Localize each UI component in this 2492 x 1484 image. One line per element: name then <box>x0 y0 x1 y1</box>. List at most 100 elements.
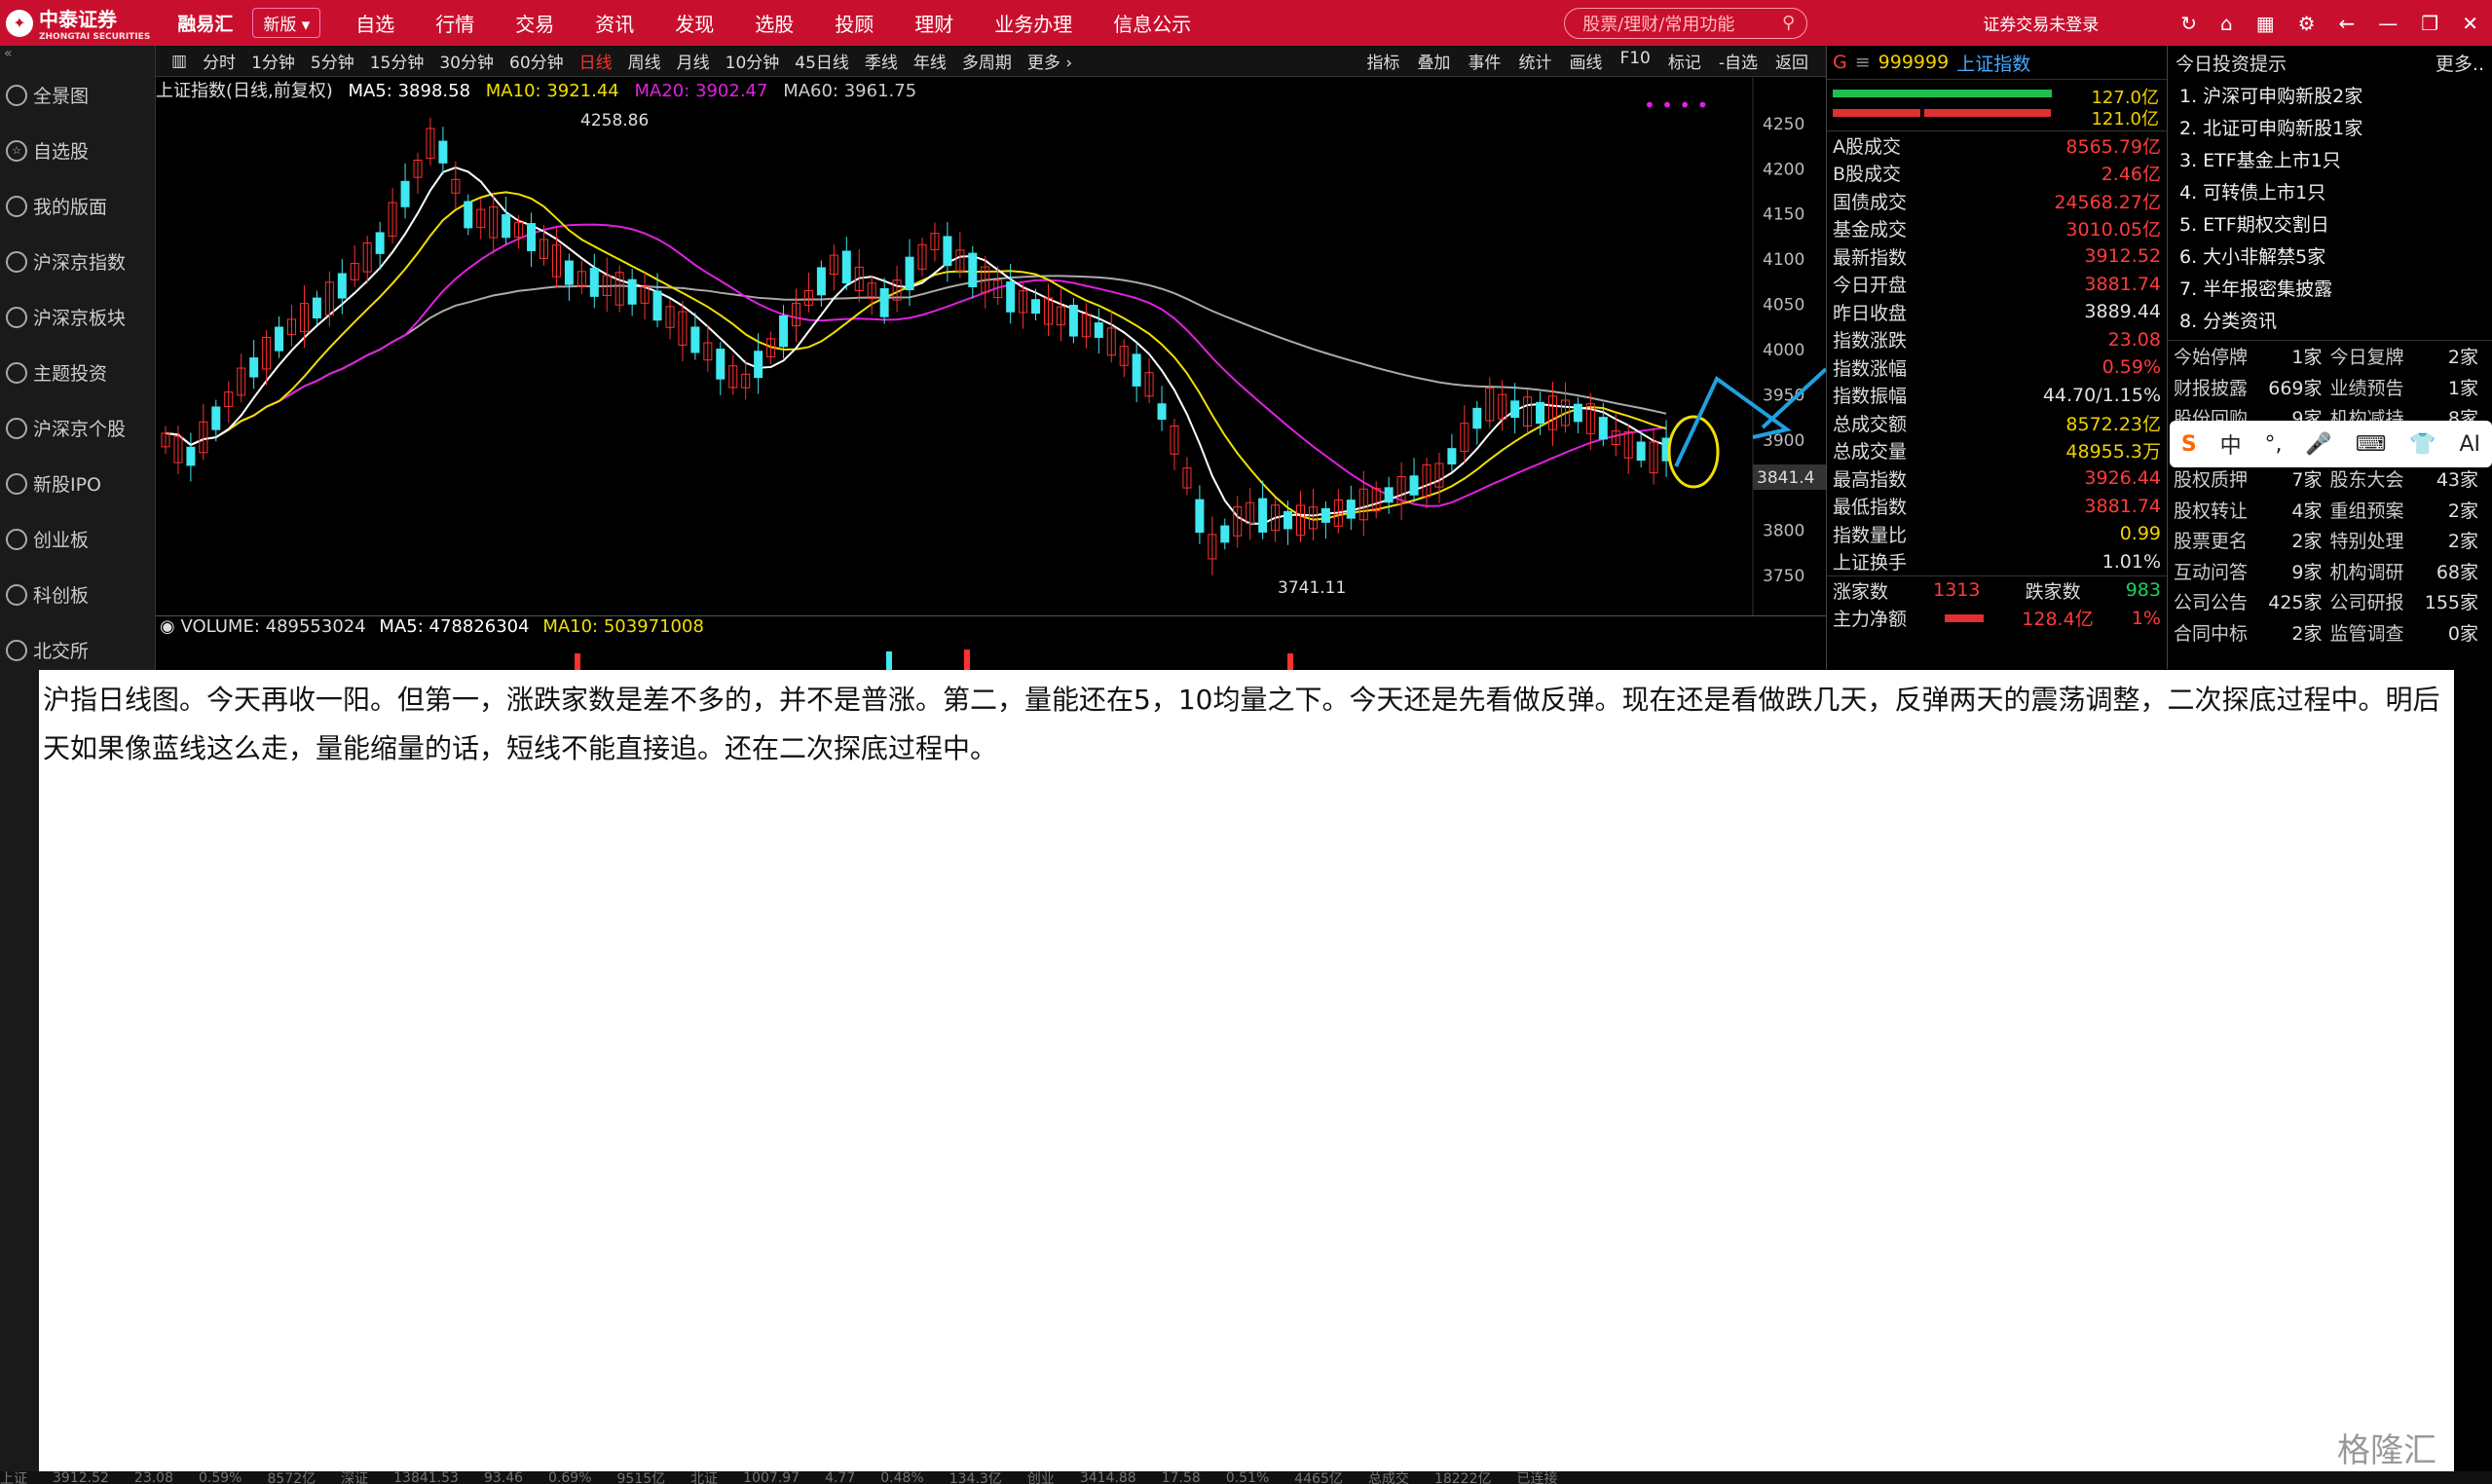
period-tab[interactable]: 年线 <box>913 49 947 73</box>
grid-icon[interactable]: ▥ <box>171 52 187 71</box>
stat-cell[interactable]: 股权转让 4家 <box>2174 497 2330 523</box>
period-tab[interactable]: 1分钟 <box>251 49 295 73</box>
period-tab[interactable]: 45日线 <box>795 49 849 73</box>
kline-chart[interactable]: 上证指数(日线,前复权) MA5: 3898.58 MA10: 3921.44 … <box>156 77 1826 615</box>
sidebar-item[interactable]: 创业板 <box>0 511 155 567</box>
menu-icon[interactable]: ≡ <box>1855 52 1871 73</box>
tool-button[interactable]: 画线 <box>1569 49 1602 73</box>
stat-cell[interactable]: 今始停牌 1家 <box>2174 343 2330 369</box>
period-tab[interactable]: 分时 <box>203 49 236 73</box>
stat-cell[interactable]: 财报披露 669家 <box>2174 374 2330 400</box>
candle <box>1094 322 1103 338</box>
sidebar-item[interactable]: ☆ 自选股 <box>0 123 155 178</box>
sidebar-item[interactable]: 我的版面 <box>0 178 155 234</box>
grid-icon[interactable]: ▦ <box>2256 12 2275 35</box>
punctuation-icon[interactable]: °, <box>2264 432 2282 457</box>
stat-value: 2家 <box>2447 347 2478 369</box>
status-item: 4.77 <box>825 1471 856 1484</box>
login-status[interactable]: 证券交易未登录 <box>1983 11 2099 35</box>
period-tab[interactable]: 60分钟 <box>509 49 564 73</box>
collapse-icon[interactable]: « <box>0 46 155 67</box>
tool-button[interactable]: 指标 <box>1366 49 1399 73</box>
period-tab[interactable]: 多周期 <box>962 49 1012 73</box>
sogou-icon[interactable]: S <box>2181 432 2197 457</box>
stat-cell[interactable]: 股权质押 7家 <box>2174 465 2330 492</box>
menu-item[interactable]: 业务办理 <box>994 9 1072 37</box>
tool-button[interactable]: 事件 <box>1468 49 1501 73</box>
tip-item[interactable]: 3. ETF基金上市1只 <box>2168 143 2492 175</box>
status-item: 23.08 <box>133 1471 173 1484</box>
search-input[interactable]: 股票/理财/常用功能 ⚲ <box>1564 7 1808 39</box>
tool-button[interactable]: 返回 <box>1775 49 1808 73</box>
back-icon[interactable]: ← <box>2339 12 2356 35</box>
menu-item[interactable]: 理财 <box>914 9 953 37</box>
period-tab[interactable]: 5分钟 <box>311 49 354 73</box>
tip-item[interactable]: 6. 大小非解禁5家 <box>2168 240 2492 272</box>
period-tab[interactable]: 更多 › <box>1027 49 1072 73</box>
candle <box>375 232 385 254</box>
sidebar-item[interactable]: 沪深京个股 <box>0 400 155 456</box>
sidebar-item[interactable]: 全景图 <box>0 67 155 123</box>
stat-cell[interactable]: 业绩预告 1家 <box>2330 374 2487 400</box>
version-dropdown[interactable]: 新版 ▾ <box>252 8 321 38</box>
stat-cell[interactable]: 特别处理 2家 <box>2330 527 2487 553</box>
maximize-icon[interactable]: ❐ <box>2421 12 2438 35</box>
y-tick-label: 4200 <box>1763 160 1804 179</box>
tip-item[interactable]: 2. 北证可申购新股1家 <box>2168 111 2492 143</box>
period-tab[interactable]: 月线 <box>677 49 710 73</box>
stat-cell[interactable]: 监管调查 0家 <box>2330 619 2487 646</box>
ai-icon[interactable]: AI <box>2459 432 2480 457</box>
tool-button[interactable]: 标记 <box>1668 49 1701 73</box>
menu-item[interactable]: 交易 <box>515 9 554 37</box>
tool-button[interactable]: F10 <box>1619 49 1650 73</box>
period-tab[interactable]: 15分钟 <box>370 49 425 73</box>
menu-item[interactable]: 自选 <box>355 9 394 37</box>
sidebar-item[interactable]: 沪深京板块 <box>0 289 155 345</box>
tool-button[interactable]: 叠加 <box>1417 49 1450 73</box>
stat-cell[interactable]: 合同中标 2家 <box>2174 619 2330 646</box>
period-tab[interactable]: 周线 <box>628 49 661 73</box>
period-tab-daily[interactable]: 日线 <box>579 49 613 73</box>
tips-more-link[interactable]: 更多.. <box>2436 50 2484 76</box>
tip-item[interactable]: 8. 分类资讯 <box>2168 304 2492 336</box>
period-tab[interactable]: 30分钟 <box>439 49 494 73</box>
stat-cell[interactable]: 重组预案 2家 <box>2330 497 2487 523</box>
collapse-icon[interactable]: ◉ <box>160 616 175 637</box>
tip-item[interactable]: 4. 可转债上市1只 <box>2168 175 2492 207</box>
sidebar-item[interactable]: 主题投资 <box>0 345 155 400</box>
menu-item[interactable]: 资讯 <box>595 9 634 37</box>
menu-item[interactable]: 行情 <box>435 9 474 37</box>
tool-button[interactable]: 统计 <box>1518 49 1551 73</box>
keyboard-icon[interactable]: ⌨ <box>2356 432 2387 457</box>
stat-cell[interactable]: 股票更名 2家 <box>2174 527 2330 553</box>
status-item: 1007.97 <box>743 1471 800 1484</box>
refresh-icon[interactable]: ↻ <box>2180 12 2197 35</box>
sidebar-item[interactable]: 科创板 <box>0 567 155 622</box>
tip-item[interactable]: 5. ETF期权交割日 <box>2168 207 2492 240</box>
menu-item[interactable]: 发现 <box>675 9 714 37</box>
shirt-icon[interactable]: ⌂ <box>2220 12 2233 35</box>
tip-item[interactable]: 7. 半年报密集披露 <box>2168 272 2492 304</box>
settings-icon[interactable]: ⚙ <box>2298 12 2316 35</box>
stat-cell[interactable]: 机构调研 68家 <box>2330 558 2487 584</box>
stat-value: 4家 <box>2291 500 2323 522</box>
tip-item[interactable]: 1. 沪深可申购新股2家 <box>2168 79 2492 111</box>
skin-icon[interactable]: 👕 <box>2409 432 2436 457</box>
tool-button[interactable]: -自选 <box>1719 49 1758 73</box>
sidebar-item[interactable]: 新股IPO <box>0 456 155 511</box>
minimize-icon[interactable]: — <box>2378 12 2398 35</box>
microphone-icon[interactable]: 🎤 <box>2305 432 2331 457</box>
stat-cell[interactable]: 互动问答 9家 <box>2174 558 2330 584</box>
close-icon[interactable]: ✕ <box>2462 12 2478 35</box>
sidebar-item[interactable]: 沪深京指数 <box>0 234 155 289</box>
period-tab[interactable]: 季线 <box>865 49 898 73</box>
stat-cell[interactable]: 公司公告 425家 <box>2174 588 2330 614</box>
stat-cell[interactable]: 股东大会 43家 <box>2330 465 2487 492</box>
period-tab[interactable]: 10分钟 <box>725 49 780 73</box>
menu-item[interactable]: 选股 <box>755 9 794 37</box>
stat-cell[interactable]: 公司研报 155家 <box>2330 588 2487 614</box>
menu-item[interactable]: 信息公示 <box>1113 9 1191 37</box>
menu-item[interactable]: 投顾 <box>835 9 874 37</box>
ime-chinese-toggle[interactable]: 中 <box>2220 428 2242 460</box>
stat-cell[interactable]: 今日复牌 2家 <box>2330 343 2487 369</box>
